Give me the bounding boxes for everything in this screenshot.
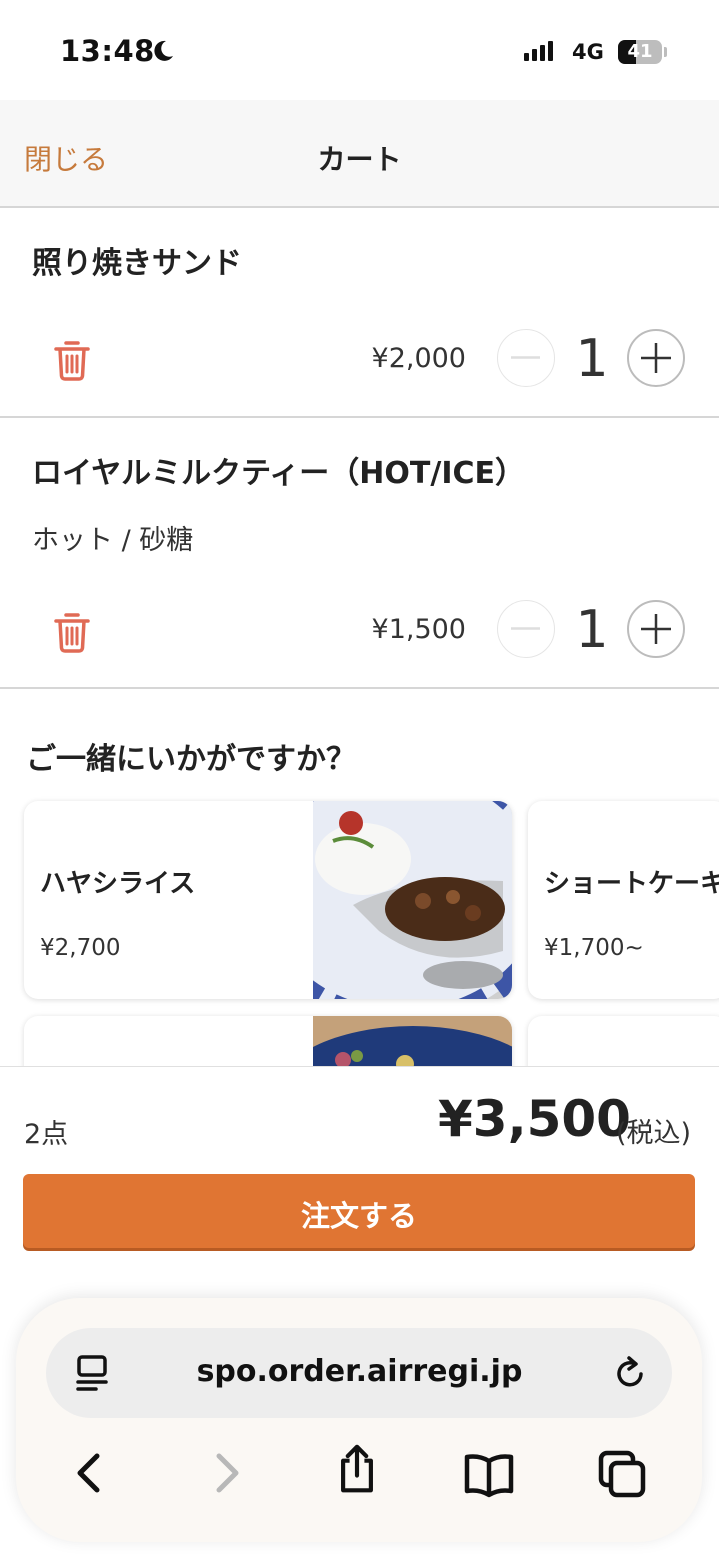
share-icon[interactable] (332, 1444, 382, 1494)
plus-icon (641, 343, 671, 373)
signal-icon (524, 41, 556, 61)
suggestion-price: ¥2,700 (40, 935, 121, 961)
suggestion-card[interactable]: ハヤシライス ¥2,700 (24, 801, 512, 999)
cart-item-price: ¥2,000 (371, 343, 466, 374)
tabs-icon[interactable] (598, 1450, 648, 1500)
status-time: 13:48 (60, 34, 155, 68)
suggestion-name: ショートケーキ (544, 869, 719, 899)
suggestions-title: ご一緒にいかがですか？ (26, 742, 356, 777)
increase-quantity-button[interactable] (627, 600, 685, 658)
reload-icon[interactable] (612, 1354, 648, 1392)
cart-item-name: ロイヤルミルクティー（HOT/ICE） (32, 456, 526, 491)
total-price: ¥3,500 (438, 1090, 631, 1148)
quantity-value: 1 (575, 329, 609, 389)
network-label: 4G (572, 40, 604, 64)
moon-icon (154, 40, 173, 61)
divider (0, 416, 719, 418)
battery-level: 41 (627, 41, 653, 62)
forward-icon[interactable] (202, 1448, 252, 1498)
suggestion-card[interactable]: ショートケーキ ¥1,700~ (528, 801, 719, 999)
cart-item-price: ¥1,500 (371, 614, 466, 645)
trash-icon[interactable] (52, 338, 92, 382)
increase-quantity-button[interactable] (627, 329, 685, 387)
quantity-value: 1 (575, 600, 609, 660)
cart-item-name: 照り焼きサンド (32, 246, 242, 281)
suggestion-price: ¥1,700~ (544, 935, 644, 961)
plus-icon (641, 614, 671, 644)
cart-item-options: ホット / 砂糖 (32, 525, 194, 556)
decrease-quantity-button[interactable] (497, 329, 555, 387)
tax-note: (税込) (616, 1118, 692, 1149)
minus-icon (511, 356, 540, 359)
battery-tip (664, 47, 667, 57)
item-count: 2点 (24, 1119, 69, 1150)
divider (0, 687, 719, 689)
suggestion-name: ハヤシライス (40, 869, 196, 899)
minus-icon (511, 627, 540, 630)
order-button-label: 注文する (300, 1199, 417, 1233)
bookmarks-icon[interactable] (464, 1450, 514, 1500)
trash-icon[interactable] (52, 610, 92, 654)
battery-icon: 41 (618, 40, 662, 64)
decrease-quantity-button[interactable] (497, 600, 555, 658)
page-title: カート (317, 143, 402, 176)
hayashi-rice-photo (313, 801, 512, 999)
order-button[interactable]: 注文する (23, 1174, 695, 1248)
back-icon[interactable] (64, 1448, 114, 1498)
